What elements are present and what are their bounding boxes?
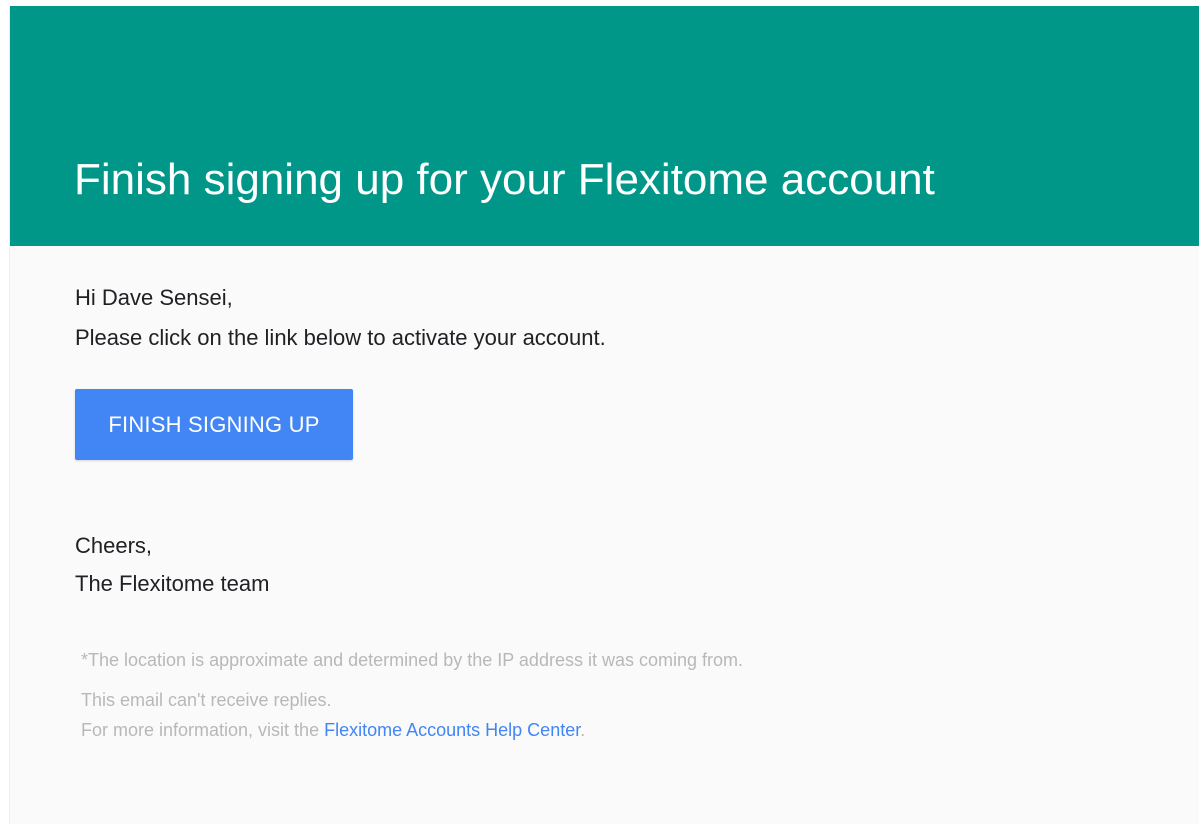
noreply-notice: This email can't receive replies. [81, 690, 332, 710]
more-info-line: For more information, visit the Flexitom… [81, 718, 585, 742]
more-info-suffix: . [580, 720, 586, 740]
header-band: Finish signing up for your Flexitome acc… [10, 6, 1199, 246]
team-signature: The Flexitome team [75, 571, 270, 596]
location-footnote: *The location is approximate and determi… [81, 650, 744, 670]
instruction-text: Please click on the link below to activa… [75, 325, 606, 350]
signoff-text: Cheers, [75, 533, 153, 558]
help-center-link[interactable]: Flexitome Accounts Help Center [324, 720, 580, 740]
finish-signing-up-button[interactable]: FINISH SIGNING UP [75, 389, 353, 460]
email-title: Finish signing up for your Flexitome acc… [74, 155, 935, 204]
more-info-prefix: For more information, visit the [81, 720, 325, 740]
greeting-text: Hi Dave Sensei, [75, 285, 233, 310]
email-card: Finish signing up for your Flexitome acc… [9, 6, 1199, 824]
